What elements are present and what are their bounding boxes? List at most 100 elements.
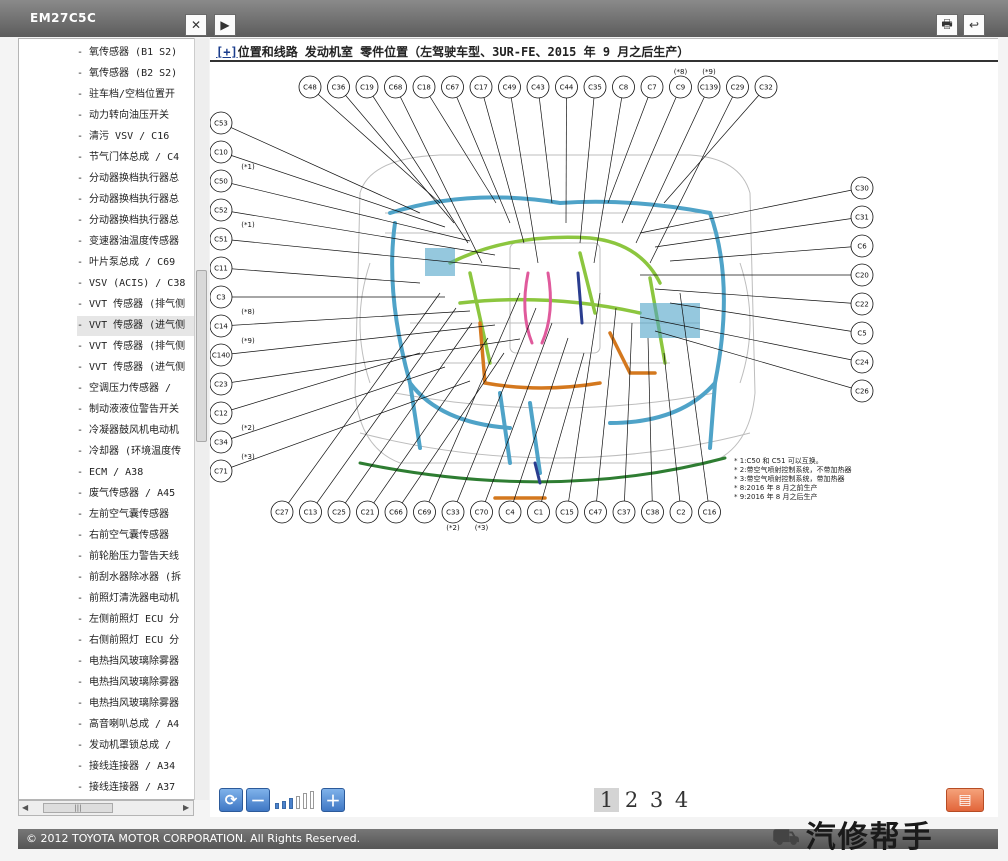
connector-callout[interactable]: C16 <box>698 500 721 524</box>
connector-callout[interactable]: C29 <box>726 75 749 99</box>
connector-callout[interactable]: C26 <box>850 379 874 403</box>
connector-callout[interactable]: C9 (*8) <box>669 68 692 99</box>
scrollbar-thumb[interactable] <box>196 270 207 442</box>
sidebar-item[interactable]: - 氧传感器 (B1 S2) <box>77 43 207 63</box>
connector-callout[interactable]: C44 <box>555 75 578 99</box>
page-link-1[interactable]: 1 <box>594 788 619 812</box>
connector-callout[interactable]: C17 <box>469 75 493 99</box>
sidebar-item[interactable]: - VVT 传感器 (排气侧 <box>77 295 207 315</box>
page-link-4[interactable]: 4 <box>669 788 694 812</box>
sidebar-item[interactable]: - 前轮胎压力警告天线 <box>77 547 207 567</box>
sidebar-item[interactable]: - 冷凝器鼓风机电动机 <box>77 421 207 441</box>
back-button[interactable]: ↩ <box>963 14 985 36</box>
sidebar-item[interactable]: - 清污 VSV / C16 <box>77 127 207 147</box>
connector-callout[interactable]: C69 <box>413 500 436 524</box>
print-button[interactable]: ▤ <box>946 788 984 812</box>
sidebar-item[interactable]: - VVT 传感器 (进气侧 <box>77 316 207 336</box>
scrollbar-thumb[interactable]: ||| <box>43 803 113 813</box>
scroll-right-icon[interactable]: ▶ <box>183 803 189 812</box>
connector-callout[interactable]: C23 <box>210 372 233 396</box>
sidebar-item[interactable]: - 高音喇叭总成 / A4 <box>77 715 207 735</box>
connector-callout[interactable]: C15 <box>555 500 579 524</box>
zoom-out-button[interactable]: － <box>246 788 270 812</box>
sidebar-item[interactable]: - 电热挡风玻璃除雾器 <box>77 694 207 714</box>
sidebar-item[interactable]: - 废气传感器 / A45 <box>77 484 207 504</box>
connector-callout[interactable]: C19 <box>355 75 379 99</box>
connector-callout[interactable]: C5 <box>850 321 874 345</box>
zoom-step[interactable] <box>282 800 286 809</box>
sidebar-item[interactable]: - 变速器油温度传感器 <box>77 232 207 252</box>
connector-callout[interactable]: C25 <box>327 500 351 524</box>
refresh-button[interactable]: ⟳ <box>219 788 243 812</box>
sidebar-horizontal-scrollbar[interactable]: ◀ ||| ▶ <box>18 800 194 816</box>
connector-callout[interactable]: C7 <box>640 75 664 99</box>
connector-callout[interactable]: C47 <box>584 500 607 524</box>
sidebar-item[interactable]: - 电热挡风玻璃除雾器 <box>77 673 207 693</box>
zoom-step[interactable] <box>296 795 300 809</box>
connector-callout[interactable]: C4 <box>498 500 522 524</box>
connector-callout[interactable]: C139 (*9) <box>697 68 721 99</box>
sidebar-item[interactable]: - 左侧前照灯 ECU 分 <box>77 610 207 630</box>
connector-callout[interactable]: C140 (*9) <box>210 337 255 367</box>
connector-callout[interactable]: C2 <box>669 500 693 524</box>
connector-callout[interactable]: C10 <box>210 140 233 164</box>
sidebar-item[interactable]: - 分动器换档执行器总 <box>77 211 207 231</box>
sidebar-item[interactable]: - 节气门体总成 / C4 <box>77 148 207 168</box>
connector-callout[interactable]: C67 <box>441 75 464 99</box>
connector-callout[interactable]: C36 <box>327 75 350 99</box>
connector-callout[interactable]: C14 (*8) <box>210 308 255 338</box>
zoom-step[interactable] <box>275 803 279 809</box>
sidebar-item[interactable]: - ECM / A38 <box>77 463 207 483</box>
sidebar-item[interactable]: - 左前空气囊传感器 <box>77 505 207 525</box>
connector-callout[interactable]: C70 (*3) <box>470 500 493 532</box>
connector-callout[interactable]: C27 <box>270 500 294 524</box>
connector-callout[interactable]: C18 <box>412 75 436 99</box>
scroll-left-icon[interactable]: ◀ <box>22 803 28 812</box>
connector-callout[interactable]: C13 <box>299 500 322 524</box>
connector-callout[interactable]: C31 <box>850 205 874 229</box>
connector-callout[interactable]: C66 <box>384 500 408 524</box>
connector-callout[interactable]: C51 (*1) <box>210 221 255 251</box>
next-button[interactable]: ▶ <box>214 14 236 36</box>
sidebar-item[interactable]: - 右前空气囊传感器 <box>77 526 207 546</box>
page-link-2[interactable]: 2 <box>619 788 644 812</box>
zoom-in-button[interactable]: ＋ <box>321 788 345 812</box>
close-panel-button[interactable]: ✕ <box>185 14 207 36</box>
connector-callout[interactable]: C32 <box>754 75 778 99</box>
connector-callout[interactable]: C35 <box>583 75 607 99</box>
zoom-level-indicator[interactable] <box>273 788 319 812</box>
sidebar-item[interactable]: - 空调压力传感器 / <box>77 379 207 399</box>
connector-callout[interactable]: C33 (*2) <box>441 500 465 532</box>
sidebar-vertical-scrollbar[interactable] <box>194 38 209 800</box>
connector-callout[interactable]: C30 <box>850 176 874 200</box>
connector-callout[interactable]: C52 <box>210 198 233 222</box>
connector-callout[interactable]: C8 <box>612 75 635 99</box>
sidebar-item[interactable]: - 叶片泵总成 / C69 <box>77 253 207 273</box>
sidebar-item[interactable]: - 接线连接器 / A37 <box>77 778 207 798</box>
sidebar-item[interactable]: - VVT 传感器 (进气侧 <box>77 358 207 378</box>
sidebar-item[interactable]: - 驻车档/空档位置开 <box>77 85 207 105</box>
sidebar-item[interactable]: - 动力转向油压开关 <box>77 106 207 126</box>
expand-link[interactable]: [+] <box>216 45 238 59</box>
print-page-button[interactable]: 🖶 <box>936 14 958 36</box>
connector-callout[interactable]: C53 <box>210 111 233 135</box>
sidebar-item[interactable]: - 分动器换档执行器总 <box>77 169 207 189</box>
sidebar-item[interactable]: - VVT 传感器 (排气侧 <box>77 337 207 357</box>
zoom-step[interactable] <box>289 798 293 809</box>
sidebar-item[interactable]: - VSV (ACIS) / C38 <box>77 274 207 294</box>
sidebar-item[interactable]: - 发动机罩锁总成 / <box>77 736 207 756</box>
connector-callout[interactable]: C21 <box>356 500 379 524</box>
connector-callout[interactable]: C20 <box>850 263 874 287</box>
connector-callout[interactable]: C37 <box>612 500 636 524</box>
connector-callout[interactable]: C38 <box>641 500 664 524</box>
connector-callout[interactable]: C3 <box>210 285 233 309</box>
zoom-step[interactable] <box>310 790 314 809</box>
connector-callout[interactable]: C12 <box>210 401 233 425</box>
connector-callout[interactable]: C71 (*3) <box>210 453 255 483</box>
sidebar-item[interactable]: - 电热挡风玻璃除雾器 <box>77 652 207 672</box>
sidebar-item[interactable]: - 右侧前照灯 ECU 分 <box>77 631 207 651</box>
sidebar-item[interactable]: - 冷却器 (环境温度传 <box>77 442 207 462</box>
zoom-step[interactable] <box>303 793 307 809</box>
connector-callout[interactable]: C24 <box>850 350 874 374</box>
connector-callout[interactable]: C48 <box>298 75 322 99</box>
